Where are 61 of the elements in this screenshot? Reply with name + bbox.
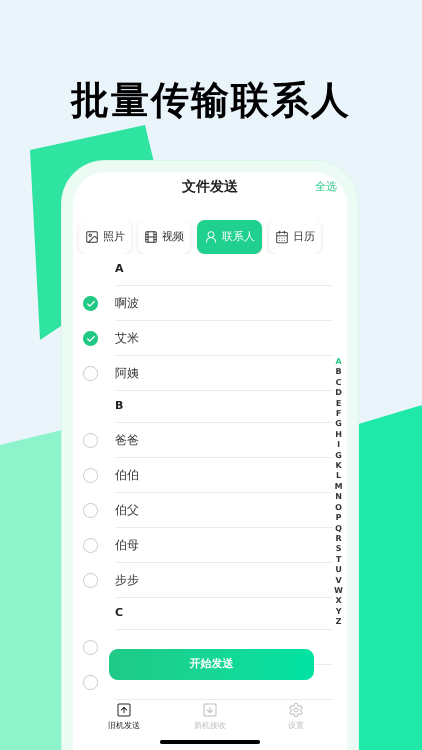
image-icon bbox=[85, 230, 99, 244]
section-letter: C bbox=[115, 605, 124, 622]
contact-name[interactable]: 伯伯 bbox=[115, 466, 139, 484]
upload-icon bbox=[116, 702, 132, 718]
index-letter[interactable]: P bbox=[336, 513, 342, 524]
index-letter[interactable]: D bbox=[335, 388, 342, 399]
contact-checkbox[interactable] bbox=[83, 468, 98, 483]
user-icon bbox=[204, 230, 218, 244]
contact-name[interactable]: 伯母 bbox=[115, 536, 139, 554]
index-letter[interactable]: V bbox=[335, 576, 342, 586]
index-letter[interactable]: T bbox=[336, 554, 342, 566]
index-letter[interactable]: L bbox=[336, 471, 342, 482]
contact-checkbox[interactable] bbox=[83, 573, 98, 588]
index-letter[interactable]: O bbox=[335, 502, 342, 514]
contact-name[interactable]: 伯父 bbox=[115, 501, 139, 519]
index-letter[interactable]: E bbox=[336, 398, 342, 410]
index-letter[interactable]: G bbox=[335, 419, 342, 430]
contact-name[interactable]: 阿姨 bbox=[115, 364, 139, 382]
index-letter[interactable]: H bbox=[335, 430, 342, 440]
index-letter[interactable]: Q bbox=[335, 524, 342, 534]
download-icon bbox=[202, 702, 218, 718]
check-icon bbox=[86, 298, 96, 308]
headline: 批量传输联系人 bbox=[71, 78, 351, 122]
category-tab[interactable]: 照片 bbox=[79, 220, 131, 254]
index-letter[interactable]: Z bbox=[336, 617, 342, 628]
contact-checkbox[interactable] bbox=[83, 331, 98, 346]
section-letter: B bbox=[115, 398, 124, 414]
category-tab[interactable]: 视频 bbox=[138, 220, 190, 254]
settings-icon bbox=[288, 702, 304, 718]
contact-name[interactable]: 啊波 bbox=[115, 294, 139, 312]
index-letter[interactable]: F bbox=[336, 409, 342, 420]
nav-tab[interactable]: 旧机发送 bbox=[94, 702, 154, 732]
index-letter[interactable]: B bbox=[336, 367, 342, 378]
index-letter[interactable]: U bbox=[335, 565, 342, 576]
contact-name[interactable]: 爸爸 bbox=[115, 431, 139, 449]
contact-checkbox[interactable] bbox=[83, 640, 98, 655]
film-icon bbox=[144, 230, 158, 244]
index-letter[interactable]: M bbox=[334, 482, 343, 492]
index-letter[interactable]: I bbox=[337, 440, 340, 451]
index-letter[interactable]: S bbox=[336, 544, 342, 555]
contact-name[interactable]: 艾米 bbox=[115, 329, 139, 347]
index-letter[interactable]: K bbox=[335, 461, 342, 472]
contact-checkbox[interactable] bbox=[83, 503, 98, 518]
index-letter[interactable]: W bbox=[334, 586, 343, 596]
index-letter[interactable]: N bbox=[335, 492, 342, 503]
check-icon bbox=[86, 334, 96, 344]
screen-title: 文件发送 bbox=[182, 178, 238, 196]
index-letter[interactable]: G bbox=[335, 450, 342, 462]
contact-checkbox[interactable] bbox=[83, 296, 98, 311]
index-letter[interactable]: X bbox=[336, 596, 342, 607]
index-letter[interactable]: R bbox=[336, 534, 342, 544]
contact-name[interactable]: 步步 bbox=[115, 571, 139, 589]
calendar-icon bbox=[275, 230, 289, 244]
index-letter[interactable]: C bbox=[336, 378, 342, 388]
index-letter[interactable]: Y bbox=[336, 606, 342, 618]
contact-checkbox[interactable] bbox=[83, 433, 98, 448]
category-tab[interactable]: 日历 bbox=[269, 220, 321, 254]
contact-checkbox[interactable] bbox=[83, 366, 98, 381]
contact-checkbox[interactable] bbox=[83, 675, 98, 690]
section-letter: A bbox=[115, 261, 124, 278]
contact-checkbox[interactable] bbox=[83, 538, 98, 553]
